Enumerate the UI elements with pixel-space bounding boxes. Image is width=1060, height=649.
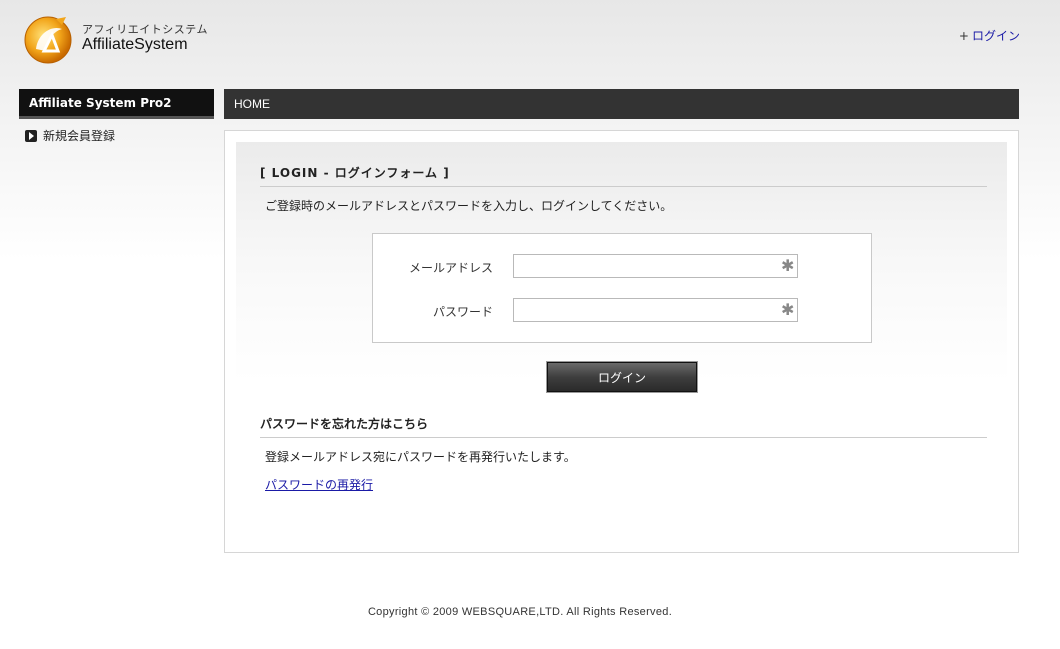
logo-icon	[24, 16, 72, 64]
page: アフィリエイトシステム AffiliateSystem + ログイン Affili…	[0, 0, 1060, 649]
login-section-title: [ LOGIN - ログインフォーム ]	[260, 164, 987, 187]
copyright: Copyright © 2009 WEBSQUARE,LTD. All Righ…	[367, 606, 673, 618]
logo-text: アフィリエイトシステム AffiliateSystem	[82, 24, 208, 54]
sidebar-title: Affiliate System Pro2	[19, 89, 214, 119]
content-panel: [ LOGIN - ログインフォーム ] ご登録時のメールアドレスとパスワードを…	[236, 142, 1007, 540]
login-button[interactable]: ログイン	[546, 361, 698, 393]
sidebar-item-register[interactable]: 新規会員登録	[19, 127, 214, 144]
logo-subtitle: アフィリエイトシステム	[82, 23, 208, 37]
required-icon: ✱	[781, 256, 795, 275]
plus-icon: +	[958, 29, 969, 43]
password-input[interactable]	[513, 298, 798, 322]
logo-title: AffiliateSystem	[82, 36, 188, 54]
email-label: メールアドレス	[408, 261, 493, 275]
login-form: メールアドレス ✱ パスワード ✱	[372, 233, 872, 343]
password-row: パスワード ✱	[373, 298, 871, 322]
email-input[interactable]	[513, 254, 798, 278]
required-icon: ✱	[781, 300, 795, 319]
header-login-link[interactable]: ログイン	[972, 29, 1020, 43]
breadcrumb: HOME	[224, 89, 1019, 119]
password-reissue-link[interactable]: パスワードの再発行	[265, 476, 373, 493]
forgot-description: 登録メールアドレス宛にパスワードを再発行いたします。	[265, 450, 576, 464]
main-content: [ LOGIN - ログインフォーム ] ご登録時のメールアドレスとパスワードを…	[224, 130, 1019, 553]
logo[interactable]: アフィリエイトシステム AffiliateSystem	[22, 12, 222, 66]
sidebar-item-label: 新規会員登録	[43, 129, 116, 143]
password-label: パスワード	[432, 305, 493, 319]
sidebar: Affiliate System Pro2 新規会員登録	[19, 89, 214, 144]
arrow-right-icon	[25, 129, 37, 142]
forgot-section-title: パスワードを忘れた方はこちら	[260, 415, 987, 438]
breadcrumb-home[interactable]: HOME	[234, 97, 270, 111]
header-login: + ログイン	[959, 27, 1020, 44]
email-row: メールアドレス ✱	[373, 254, 871, 278]
login-description: ご登録時のメールアドレスとパスワードを入力し、ログインしてください。	[265, 199, 673, 213]
